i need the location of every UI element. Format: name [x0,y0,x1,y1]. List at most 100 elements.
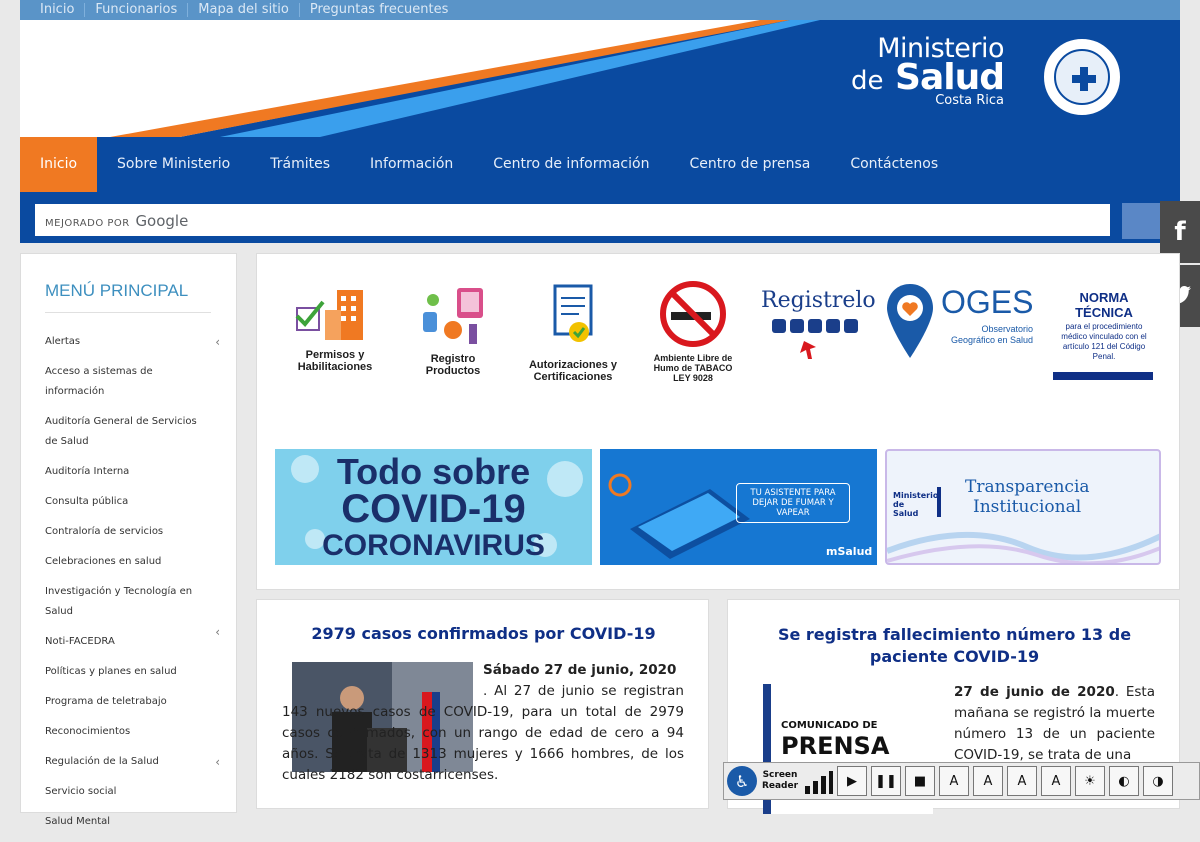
news2-text-block: 27 de junio de 2020. Esta mañana se regi… [954,682,1155,766]
sidebar-item-regulacion[interactable]: Regulación de la Salud ‹ [45,752,220,782]
sidebar-item-reconocimientos[interactable]: Reconocimientos [45,722,220,752]
quit-smoking-text: TU ASISTENTE PARA DEJAR DE FUMAR Y VAPEA… [736,483,850,523]
sidebar-item-auditoria-general[interactable]: Auditoría General de Servicios de Salud [45,412,220,462]
top-link-funcionarios[interactable]: Funcionarios [84,3,187,17]
news2-date: 27 de junio de 2020 [954,684,1115,700]
covid-banner-line2: COVID-19 [341,487,526,531]
products-icon [423,288,483,344]
font-size-decrease-icon[interactable]: A [939,766,969,796]
sidebar-item-noti-facedra[interactable]: Noti-FACEDRA ‹ [45,625,220,662]
shortcut-registrelo[interactable]: Registrelo [761,288,876,368]
sidebar-item-alertas[interactable]: Alertas ‹ [45,332,220,362]
oges-subtitle: Observatorio Geográfico en Salud [950,324,1033,345]
news1-text: . Al 27 de junio se registran 143 nuevos… [282,683,684,783]
ministry-logo-text[interactable]: Ministerio de Salud Costa Rica [850,35,1005,107]
pause-icon[interactable]: ❚❚ [871,766,901,796]
contrast-icon[interactable]: ◐ [1109,766,1139,796]
transparency-waves [887,531,1159,563]
shortcut-permisos-label: Permisos y Habilitaciones [297,349,373,373]
sidebar-title: MENÚ PRINCIPAL [45,281,189,300]
shortcut-ambiente-libre-tabaco[interactable]: Ambiente Libre de Humo de TABACO LEY 902… [643,280,743,383]
screen-reader-label: Screen Reader [761,770,799,791]
news1-date: Sábado 27 de junio, 2020 [483,662,677,678]
shortcut-tabaco-label: Ambiente Libre de Humo de TABACO [653,353,733,373]
covid-banner[interactable]: Todo sobre COVID-19 CORONAVIRUS [275,449,592,565]
nav-sobre-ministerio[interactable]: Sobre Ministerio [97,137,250,192]
accessibility-icon[interactable]: ♿ [727,766,757,796]
msalud-logo: mSalud [826,545,873,558]
top-link-mapa[interactable]: Mapa del sitio [187,3,299,17]
font-size-increase-icon[interactable]: A [973,766,1003,796]
news2-image-line1: COMUNICADO DE [781,720,878,731]
oges-logo-text: OGES [941,284,1034,320]
sidebar-item-celebraciones[interactable]: Celebraciones en salud [45,552,220,582]
shortcut-permisos[interactable]: Permisos y Habilitaciones [285,284,385,373]
certificate-icon [553,284,593,342]
main-nav: Inicio Sobre Ministerio Trámites Informa… [20,137,1180,192]
volume-icon[interactable] [803,766,833,796]
search-bar: MEJORADO POR Google [20,192,1180,243]
news2-title[interactable]: Se registra fallecimiento número 13 de p… [764,624,1145,668]
norma-title: NORMA TÉCNICA [1075,290,1133,320]
sidebar-item-politicas[interactable]: Políticas y planes en salud [45,662,220,692]
invert-icon[interactable]: ◑ [1143,766,1173,796]
powered-by-google: MEJORADO POR Google [45,212,189,230]
covid-banner-line1: Todo sobre [336,451,531,492]
shortcuts-panel: Permisos y Habilitaciones Registro Produ… [256,253,1180,590]
ministry-seal-icon [1042,37,1122,117]
site-header: Ministerio de Salud Costa Rica [20,20,1180,137]
search-input[interactable]: MEJORADO POR Google [35,204,1110,236]
norma-subtitle: para el procedimiento médico vinculado c… [1061,322,1147,361]
news1-intro: Sábado 27 de junio, 2020 [483,660,683,681]
nav-centro-prensa[interactable]: Centro de prensa [669,137,830,192]
norma-footer-bar [1053,372,1153,380]
no-smoking-icon [660,281,726,347]
sidebar-item-acceso-sistemas[interactable]: Acceso a sistemas de información [45,362,220,412]
news1-title[interactable]: 2979 casos confirmados por COVID-19 [257,624,710,643]
buildings-icon [295,290,363,340]
chevron-left-icon: ‹ [215,625,220,639]
news2-image-line2: PRENSA [781,732,890,760]
quit-smoking-banner[interactable]: TU ASISTENTE PARA DEJAR DE FUMAR Y VAPEA… [600,449,877,565]
stop-icon[interactable]: ■ [905,766,935,796]
shortcut-registro-label: Registro Productos [425,353,481,377]
shortcut-autorizaciones-label: Autorizaciones y Certificaciones [528,359,618,383]
sidebar-divider [45,312,211,313]
sidebar-item-servicio-social[interactable]: Servicio social [45,782,220,812]
nav-informacion[interactable]: Información [350,137,473,192]
font-reset-icon[interactable]: A [1041,766,1071,796]
font-style-icon[interactable]: A [1007,766,1037,796]
nav-contactenos[interactable]: Contáctenos [830,137,958,192]
brightness-icon[interactable]: ☀ [1075,766,1105,796]
chevron-left-icon: ‹ [215,335,220,349]
shortcut-registro-productos[interactable]: Registro Productos [403,284,503,377]
sidebar-menu-list: Alertas ‹ Acceso a sistemas de informació… [45,332,220,842]
shortcut-norma-tecnica[interactable]: NORMA TÉCNICA para el procedimiento médi… [1053,290,1155,380]
play-icon[interactable]: ▶ [837,766,867,796]
sidebar-item-salud-mental[interactable]: Salud Mental [45,812,220,842]
news-card-casos: 2979 casos confirmados por COVID-19 Sába… [256,599,709,809]
nav-inicio[interactable]: Inicio [20,137,98,192]
header-graphic [110,20,1180,137]
sidebar-item-contraloria[interactable]: Contraloría de servicios [45,522,220,552]
sidebar-item-auditoria-interna[interactable]: Auditoría Interna [45,462,220,492]
screen-reader-toolbar: ♿ Screen Reader ▶ ❚❚ ■ A A A A ☀ ◐ ◑ [723,762,1200,800]
nav-tramites[interactable]: Trámites [250,137,350,192]
logo-line-salud: de Salud [850,57,1005,98]
transparency-banner[interactable]: Ministerio de Salud Transparencia Instit… [885,449,1161,565]
shortcut-tabaco-law: LEY 9028 [673,373,713,383]
nav-centro-informacion[interactable]: Centro de información [473,137,669,192]
top-utility-bar: Inicio Funcionarios Mapa del sitio Pregu… [20,0,1180,20]
sidebar-item-consulta-publica[interactable]: Consulta pública [45,492,220,522]
sidebar-item-teletrabajo[interactable]: Programa de teletrabajo [45,692,220,722]
chevron-left-icon: ‹ [215,755,220,769]
registrelo-icons [772,319,858,359]
sidebar-main-menu: MENÚ PRINCIPAL Alertas ‹ Acceso a sistema… [20,253,237,827]
covid-banner-line3: CORONAVIRUS [322,529,545,562]
sidebar-item-investigacion[interactable]: Investigación y Tecnología en Salud [45,582,220,632]
top-link-faq[interactable]: Preguntas frecuentes [298,3,459,17]
shortcut-autorizaciones[interactable]: Autorizaciones y Certificaciones [523,284,623,383]
top-link-inicio[interactable]: Inicio [40,3,84,17]
shortcut-oges[interactable]: OGES Observatorio Geográfico en Salud [885,280,1035,367]
registrelo-logo-text: Registrelo [761,288,876,313]
